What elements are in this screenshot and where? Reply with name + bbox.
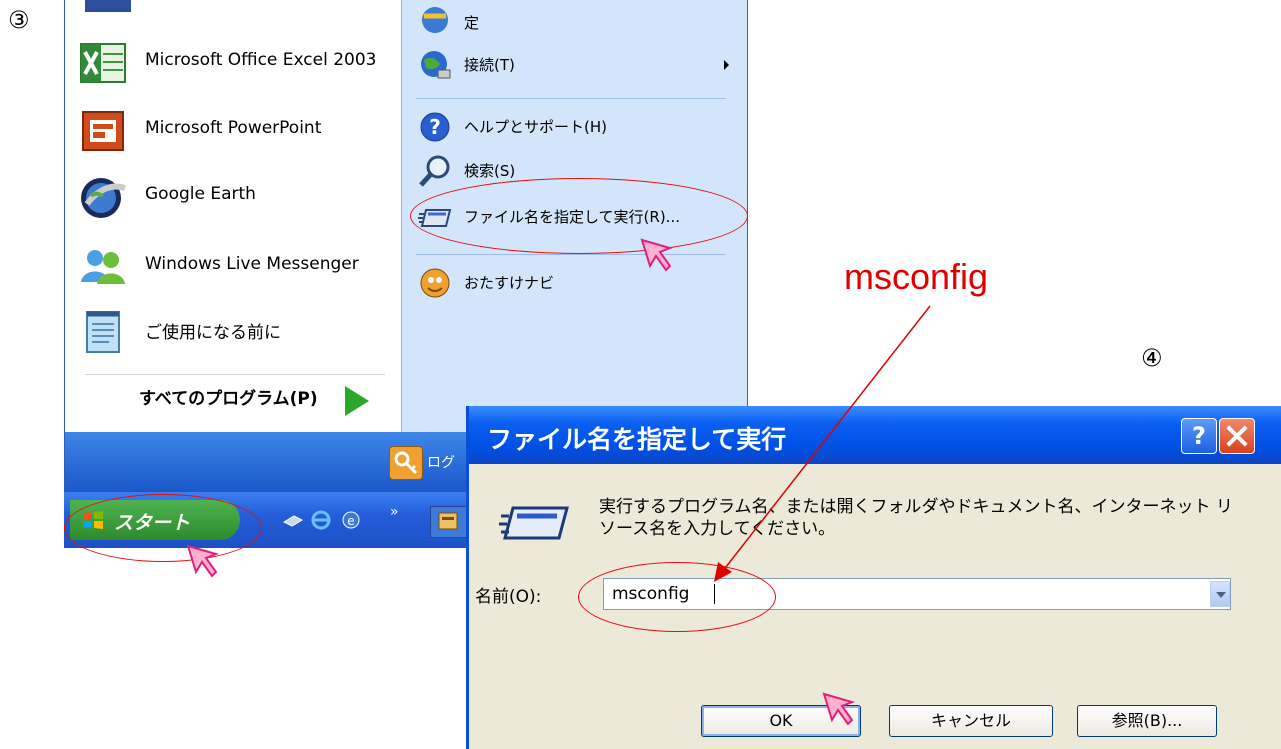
menu-item-connect[interactable]: 接続(T) — [412, 44, 742, 88]
menu-item-label: Microsoft PowerPoint — [145, 118, 322, 138]
internet-explorer-icon[interactable] — [310, 510, 332, 530]
show-desktop-icon[interactable] — [282, 510, 304, 530]
logoff-label[interactable]: ログ — [427, 452, 455, 472]
navi-icon — [420, 268, 450, 298]
cancel-button[interactable]: キャンセル — [889, 705, 1053, 737]
menu-item-navi[interactable]: おたすけナビ — [412, 262, 742, 306]
menu-item-help[interactable]: ? ヘルプとサポート(H) — [412, 106, 742, 150]
search-icon — [419, 155, 450, 187]
pointer-cursor-icon — [640, 238, 674, 272]
pinned-item-edge — [85, 0, 131, 12]
all-programs-arrow-icon — [345, 386, 369, 416]
browser-icon[interactable]: e — [340, 510, 362, 530]
messenger-icon — [81, 250, 125, 284]
submenu-arrow-icon — [724, 60, 729, 70]
svg-text:e: e — [347, 514, 354, 528]
separator — [85, 374, 385, 375]
menu-item-label: 接続(T) — [464, 56, 515, 74]
close-button[interactable] — [1219, 418, 1255, 454]
program-access-icon — [422, 7, 448, 33]
pointer-cursor-icon — [822, 692, 856, 726]
menu-item-label: ご使用になる前に — [145, 323, 281, 343]
menu-item-label: Google Earth — [145, 184, 256, 204]
menu-item-label: 定 — [464, 14, 480, 32]
all-programs-button[interactable]: すべてのプログラム(P) — [139, 384, 318, 409]
highlight-ring-run — [410, 178, 748, 254]
browse-button[interactable]: 参照(B)... — [1077, 705, 1217, 737]
help-icon: ? — [420, 112, 450, 142]
menu-item-label: おたすけナビ — [464, 274, 555, 292]
menu-item-program-access[interactable]: 定 — [412, 2, 742, 46]
start-menu-programs: Microsoft Office Excel 2003 Microsoft Po… — [65, 0, 401, 432]
step-number-3: ③ — [8, 6, 30, 34]
separator — [416, 254, 726, 255]
menu-item-messenger[interactable]: Windows Live Messenger — [65, 236, 401, 296]
menu-item-label: ヘルプとサポート(H) — [464, 118, 607, 136]
menu-item-getting-started[interactable]: ご使用になる前に — [65, 300, 401, 360]
powerpoint-icon — [82, 111, 124, 151]
menu-item-google-earth[interactable]: Google Earth — [65, 166, 401, 226]
name-label: 名前(O): — [475, 587, 542, 607]
excel-icon — [80, 43, 126, 83]
annotation-arrow — [714, 305, 931, 582]
separator — [416, 98, 726, 99]
annotation-label: msconfig — [844, 256, 989, 297]
highlight-ring-start — [64, 494, 262, 562]
menu-item-label: Microsoft Office Excel 2003 — [145, 50, 377, 70]
menu-item-powerpoint[interactable]: Microsoft PowerPoint — [65, 100, 401, 160]
svg-text:?: ? — [429, 115, 441, 139]
pointer-cursor-icon — [186, 544, 220, 578]
logoff-key-icon[interactable] — [389, 446, 423, 480]
menu-item-label: 検索(S) — [464, 162, 516, 180]
dropdown-arrow-button[interactable] — [1210, 581, 1230, 607]
connect-icon — [421, 51, 451, 79]
menu-item-excel[interactable]: Microsoft Office Excel 2003 — [65, 32, 401, 92]
window-icon — [438, 512, 458, 530]
quicklaunch-chevron[interactable]: » — [390, 504, 399, 520]
run-dialog-icon — [499, 506, 569, 540]
notepad-icon — [86, 311, 120, 353]
step-number-4: ④ — [1141, 344, 1163, 372]
menu-item-label: Windows Live Messenger — [145, 254, 359, 274]
help-button[interactable]: ? — [1181, 418, 1217, 454]
google-earth-icon — [81, 178, 126, 218]
